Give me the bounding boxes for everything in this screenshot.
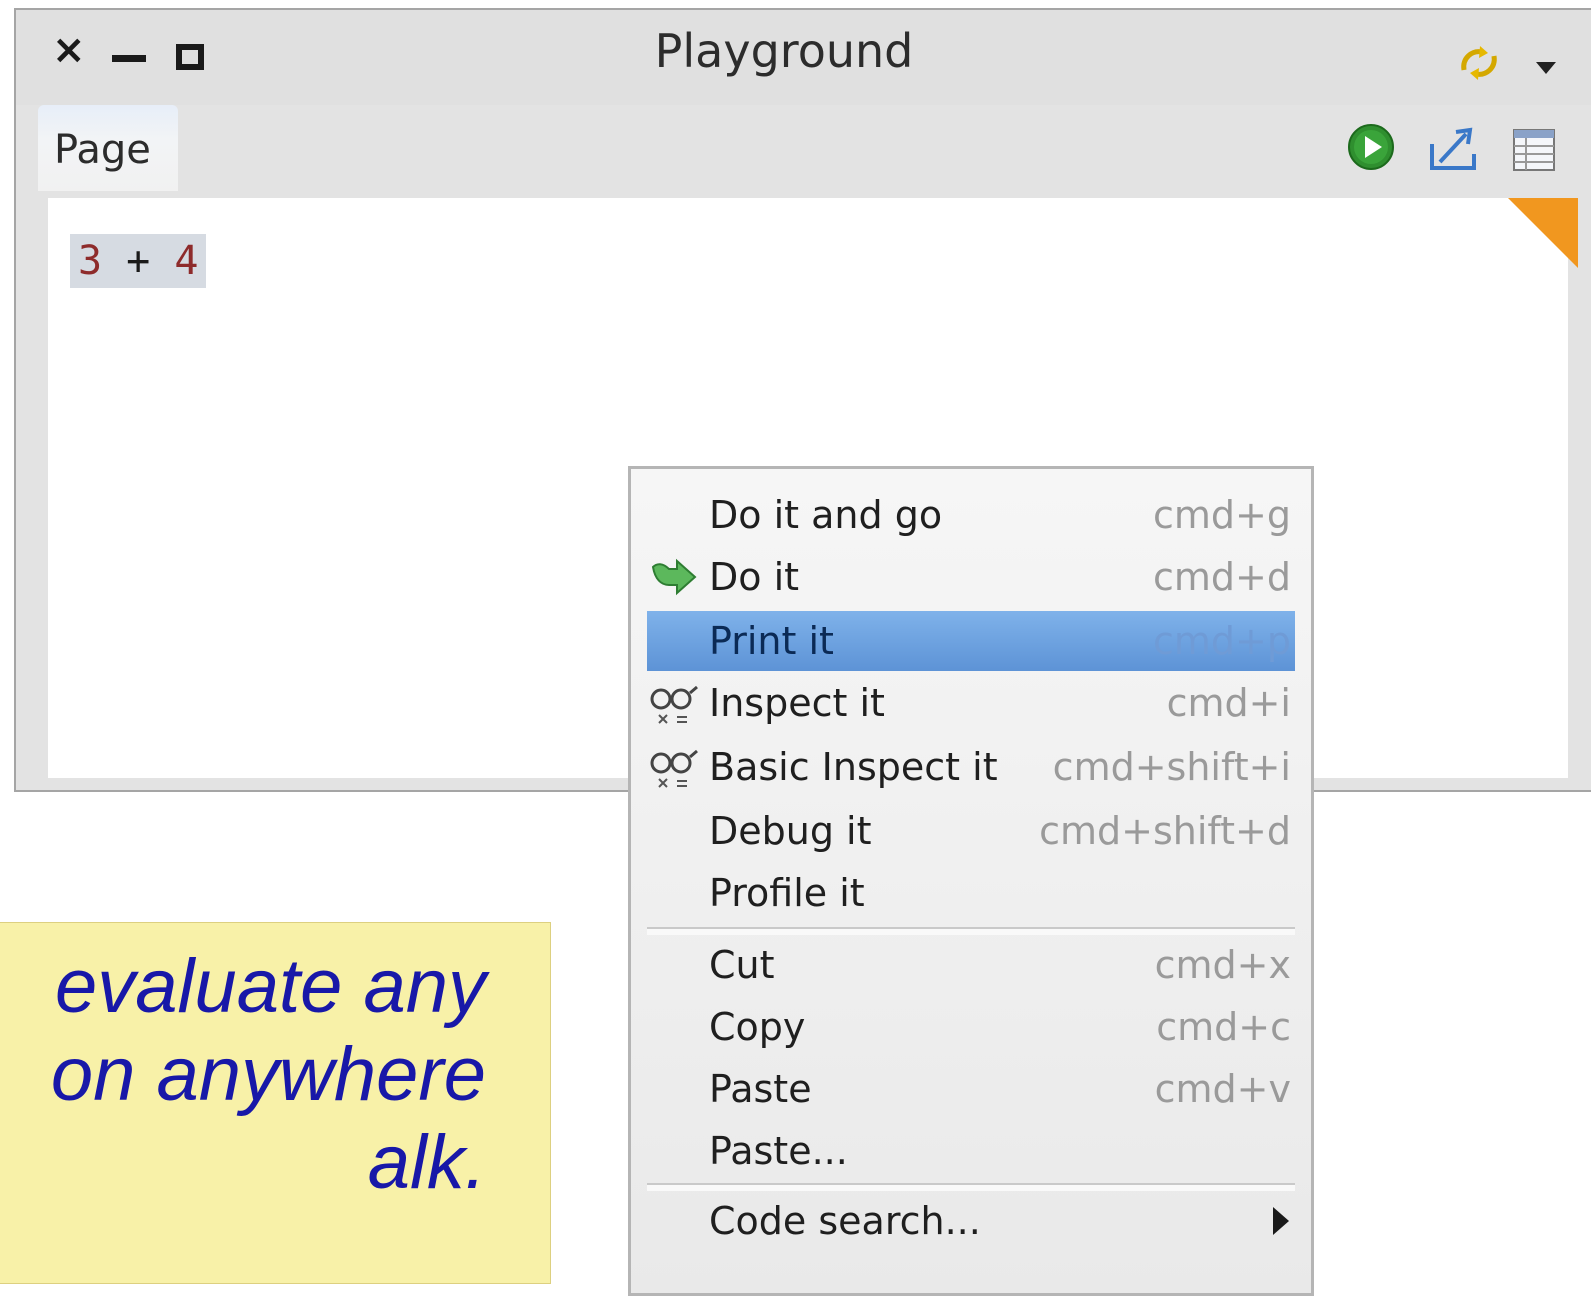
code-right-operand: 4 [174, 238, 199, 284]
note-line: on anywhere [50, 1032, 486, 1117]
menu-item-label: Paste... [709, 1129, 848, 1173]
window-menu-arrow-icon[interactable] [1536, 62, 1556, 74]
menu-item-profile-it[interactable]: Profile it [647, 863, 1295, 923]
submenu-arrow-icon [1273, 1207, 1289, 1235]
tab-page[interactable]: Page [38, 105, 178, 191]
annotation-note: evaluate any on anywhere alk. [0, 922, 551, 1284]
tab-label: Page [54, 127, 151, 173]
menu-item-shortcut: cmd+p [1153, 619, 1291, 663]
menu-item-label: Basic Inspect it [709, 745, 998, 789]
menu-item-label: Copy [709, 1005, 806, 1049]
menu-item-shortcut: cmd+d [1153, 555, 1291, 599]
menu-item-basic-inspect-it[interactable]: Basic Inspect it cmd+shift+i [647, 737, 1295, 797]
table-icon[interactable] [1510, 124, 1558, 174]
menu-item-label: Code search... [709, 1199, 981, 1243]
menu-item-debug-it[interactable]: Debug it cmd+shift+d [647, 801, 1295, 861]
menu-item-do-it[interactable]: Do it cmd+d [647, 547, 1295, 607]
menu-item-label: Do it and go [709, 493, 943, 537]
menu-item-code-search[interactable]: Code search... [647, 1191, 1295, 1251]
menu-separator [647, 927, 1295, 935]
code-left-operand: 3 [78, 238, 103, 284]
green-arrow-icon [651, 558, 697, 596]
menu-item-label: Inspect it [709, 681, 885, 725]
note-text: evaluate any on anywhere alk. [0, 943, 486, 1207]
editor-corner-marker[interactable] [1508, 198, 1578, 268]
export-icon[interactable] [1426, 124, 1480, 174]
code-operator: + [102, 238, 175, 284]
menu-item-print-it[interactable]: Print it cmd+p [647, 611, 1295, 671]
note-line: evaluate any [55, 944, 486, 1029]
menu-item-label: Profile it [709, 871, 865, 915]
menu-item-shortcut: cmd+shift+d [1039, 809, 1291, 853]
menu-item-paste-more[interactable]: Paste... [647, 1121, 1295, 1181]
menu-item-paste[interactable]: Paste cmd+v [647, 1059, 1295, 1119]
menu-item-label: Print it [709, 619, 834, 663]
code-selection[interactable]: 3 + 4 [70, 234, 207, 288]
menu-item-copy[interactable]: Copy cmd+c [647, 997, 1295, 1057]
title-bar[interactable]: × Playground [16, 10, 1591, 105]
menu-item-label: Debug it [709, 809, 872, 853]
menu-item-shortcut: cmd+shift+i [1052, 745, 1291, 789]
sync-icon[interactable] [1456, 40, 1502, 86]
context-menu: Do it and go cmd+g Do it cmd+d Print it … [628, 466, 1314, 1296]
menu-item-cut[interactable]: Cut cmd+x [647, 935, 1295, 995]
glasses-icon [650, 749, 698, 788]
menu-item-inspect-it[interactable]: Inspect it cmd+i [647, 673, 1295, 733]
menu-item-label: Do it [709, 555, 800, 599]
note-line: alk. [367, 1120, 486, 1205]
menu-item-label: Cut [709, 943, 775, 987]
glasses-icon [650, 685, 698, 724]
menu-item-shortcut: cmd+v [1154, 1067, 1291, 1111]
run-icon[interactable] [1346, 122, 1396, 172]
menu-item-shortcut: cmd+x [1154, 943, 1291, 987]
menu-separator [647, 1183, 1295, 1191]
menu-item-label: Paste [709, 1067, 812, 1111]
menu-item-do-it-and-go[interactable]: Do it and go cmd+g [647, 485, 1295, 545]
menu-item-shortcut: cmd+i [1166, 681, 1291, 725]
menu-item-shortcut: cmd+c [1156, 1005, 1291, 1049]
menu-item-shortcut: cmd+g [1153, 493, 1291, 537]
window-title: Playground [654, 24, 914, 78]
